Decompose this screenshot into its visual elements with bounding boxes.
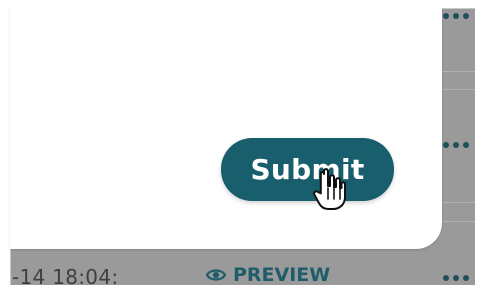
- more-options-icon[interactable]: [443, 275, 469, 281]
- timestamp-text: -14 18:04:: [12, 265, 119, 285]
- preview-label: PREVIEW: [233, 264, 331, 285]
- more-options-icon[interactable]: [443, 142, 469, 148]
- eye-icon: [205, 264, 227, 285]
- modal-dialog: [10, 8, 442, 249]
- preview-link[interactable]: PREVIEW: [205, 264, 330, 285]
- more-options-icon[interactable]: [443, 13, 469, 19]
- submit-button[interactable]: Submit: [221, 138, 394, 201]
